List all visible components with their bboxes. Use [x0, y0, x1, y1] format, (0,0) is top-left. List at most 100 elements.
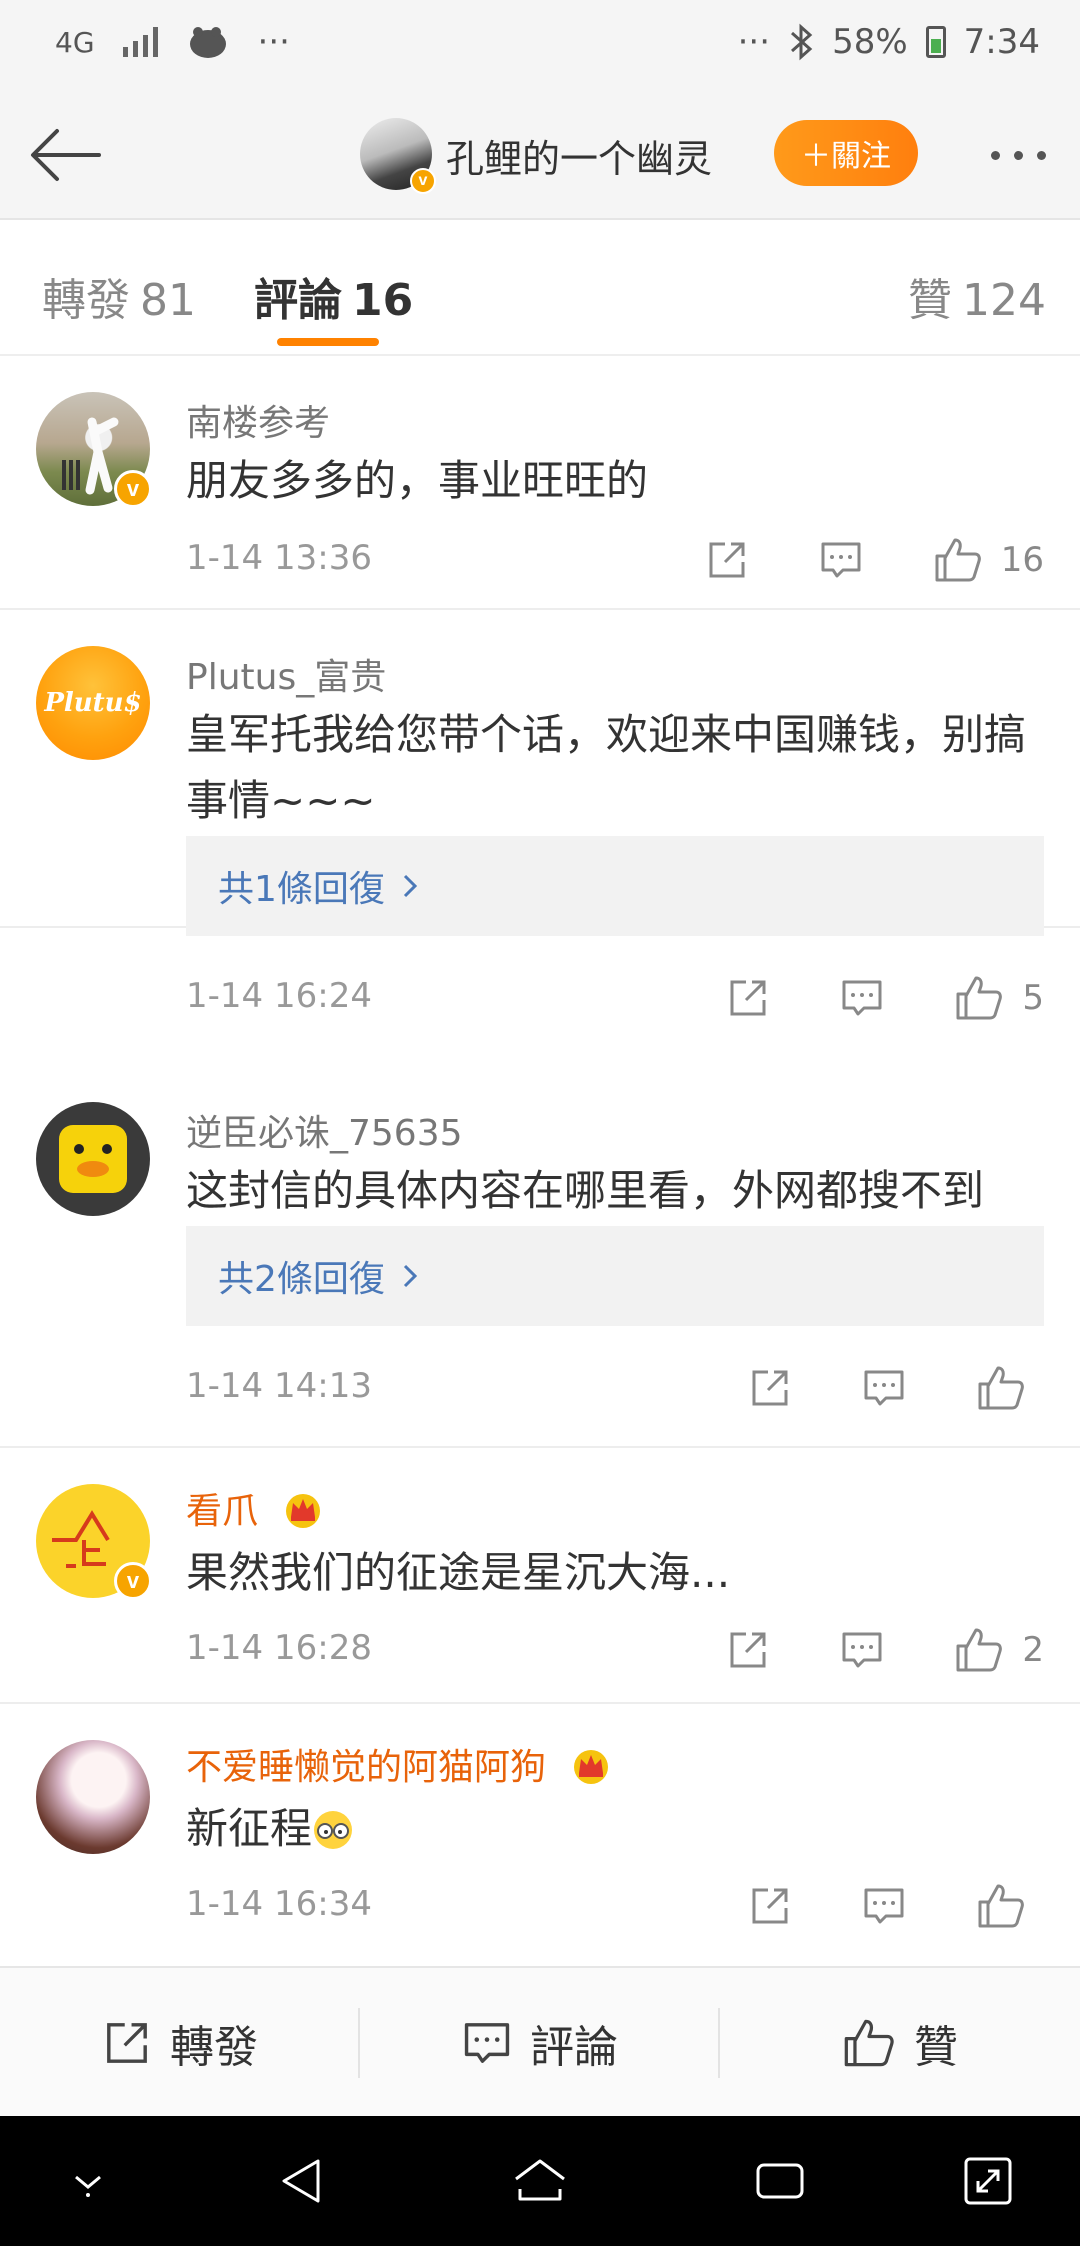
reply-button[interactable] — [840, 976, 884, 1020]
verified-icon: v — [410, 168, 436, 194]
verified-icon: v — [114, 470, 152, 508]
comment-label: 評論 — [530, 2022, 618, 2073]
expand-screen-button[interactable] — [948, 2146, 1028, 2216]
thumbs-up-icon — [844, 2019, 894, 2067]
like-count: 16 — [1000, 540, 1044, 580]
thumbs-up-icon — [935, 538, 981, 582]
recents-icon — [756, 2163, 804, 2199]
hide-nav-button[interactable] — [48, 2146, 128, 2216]
crown-icon — [286, 1494, 321, 1528]
comment-actions: 2 — [656, 1620, 1044, 1680]
system-recents-button[interactable] — [740, 2146, 820, 2216]
tab-reposts[interactable]: 轉發 81 — [42, 264, 196, 328]
comment-text: 朋友多多的，事业旺旺的 — [186, 456, 649, 505]
share-button[interactable] — [726, 1628, 770, 1672]
tab-bar: 轉發 81 評論 16 贊 124 — [0, 222, 1080, 356]
comment-username[interactable]: 看爪 — [186, 1482, 325, 1534]
comment-icon — [842, 980, 882, 1016]
comment-time: 1-14 16:34 — [186, 1884, 372, 1924]
replies-count-label: 共2條回復 — [218, 1259, 385, 1300]
like-label: 贊 — [914, 2022, 958, 2073]
share-button[interactable] — [705, 538, 749, 582]
system-home-button[interactable] — [500, 2146, 580, 2216]
share-icon — [107, 2023, 147, 2063]
comment-item: v 南楼参考 朋友多多的，事业旺旺的 1-14 13:36 16 — [0, 356, 1080, 610]
user-avatar[interactable] — [36, 1102, 150, 1216]
comment-username[interactable]: 南楼参考 — [186, 394, 330, 446]
comment-text: 新征程 — [186, 1796, 1046, 1862]
tab-comments[interactable]: 評論 16 — [254, 264, 413, 328]
comment-icon — [842, 1632, 882, 1668]
system-navigation-bar — [0, 2116, 1080, 2246]
user-avatar[interactable]: Plutu$ — [36, 646, 150, 760]
replies-link[interactable]: 共2條回復 — [186, 1226, 1044, 1326]
comment-icon — [864, 1888, 904, 1924]
author-name[interactable]: 孔鲤的一个幽灵 — [446, 128, 712, 183]
reply-button[interactable] — [819, 538, 863, 582]
share-button[interactable] — [748, 1884, 792, 1928]
comment-time: 1-14 13:36 — [186, 538, 372, 578]
like-button[interactable] — [976, 1364, 1044, 1412]
comment-actions — [678, 1876, 1044, 1936]
comment-username[interactable]: 逆臣必诛_75635 — [186, 1104, 463, 1156]
back-button[interactable] — [20, 115, 110, 195]
tab-count: 124 — [962, 275, 1046, 326]
share-icon — [730, 1632, 766, 1668]
status-bar: 4G ··· ··· 58% 7:34 — [0, 0, 1080, 90]
comment-button[interactable]: 評論 — [360, 1968, 720, 2118]
replies-link[interactable]: 共1條回復 — [186, 836, 1044, 936]
share-button[interactable] — [748, 1366, 792, 1410]
comment-username[interactable]: 不爱睡懒觉的阿猫阿狗 — [186, 1738, 613, 1790]
comment-icon — [864, 1370, 904, 1406]
chevron-down-icon — [75, 2175, 101, 2197]
battery-percent: 58% — [832, 22, 908, 62]
crown-icon — [574, 1750, 609, 1784]
like-button[interactable]: 5 — [954, 974, 1044, 1022]
tab-likes[interactable]: 贊 124 — [908, 264, 1046, 328]
share-icon — [730, 980, 766, 1016]
share-icon — [752, 1888, 788, 1924]
comment-item: Plutu$ Plutus_富贵 皇军托我给您带个话，欢迎来中国赚钱，别搞事情~… — [0, 610, 1080, 1020]
author-avatar[interactable]: v — [360, 118, 436, 194]
reply-button[interactable] — [862, 1884, 906, 1928]
username-text: 不爱睡懒觉的阿猫阿狗 — [186, 1747, 547, 1788]
duck-icon — [59, 1125, 127, 1193]
verified-icon: v — [114, 1562, 152, 1600]
more-options-button[interactable] — [968, 130, 1068, 180]
active-tab-indicator — [277, 338, 379, 346]
system-back-button[interactable] — [262, 2146, 342, 2216]
repost-button[interactable]: 轉發 — [0, 1968, 360, 2118]
bluetooth-icon — [791, 23, 813, 61]
chevron-right-icon — [401, 1262, 419, 1290]
like-button[interactable]: 2 — [954, 1626, 1044, 1674]
replies-count-label: 共1條回復 — [218, 869, 385, 910]
like-count: 5 — [1022, 978, 1044, 1018]
chevron-right-icon — [401, 872, 419, 900]
follow-button[interactable]: ＋關注 — [774, 120, 918, 186]
status-right-ellipsis: ··· — [737, 22, 771, 62]
battery-icon — [925, 26, 946, 58]
like-button[interactable]: 16 — [933, 536, 1044, 584]
comment-text: 皇军托我给您带个话，欢迎来中国赚钱，别搞事情~~~ — [186, 710, 1027, 825]
like-post-button[interactable]: 贊 — [720, 1968, 1080, 2118]
network-label: 4G — [55, 25, 95, 59]
comment-actions — [678, 1358, 1044, 1418]
user-avatar[interactable] — [36, 1740, 150, 1854]
comment-actions: 16 — [635, 530, 1044, 590]
reply-button[interactable] — [862, 1366, 906, 1410]
tab-label: 贊 — [908, 275, 952, 326]
username-text: 看爪 — [186, 1491, 259, 1532]
signal-icon — [122, 27, 158, 57]
app-notification-icon — [189, 27, 226, 58]
comment-time: 1-14 14:13 — [186, 1366, 372, 1406]
share-button[interactable] — [726, 976, 770, 1020]
comment-username[interactable]: Plutus_富贵 — [186, 648, 386, 700]
reply-button[interactable] — [840, 1628, 884, 1672]
emoji-icon — [314, 1811, 353, 1849]
user-avatar[interactable]: v — [36, 392, 152, 508]
comment-time: 1-14 16:28 — [186, 1628, 372, 1668]
thumbs-up-icon — [978, 1884, 1024, 1928]
user-avatar[interactable]: v — [36, 1484, 152, 1600]
dot-icon — [1036, 150, 1046, 160]
like-button[interactable] — [976, 1882, 1044, 1930]
